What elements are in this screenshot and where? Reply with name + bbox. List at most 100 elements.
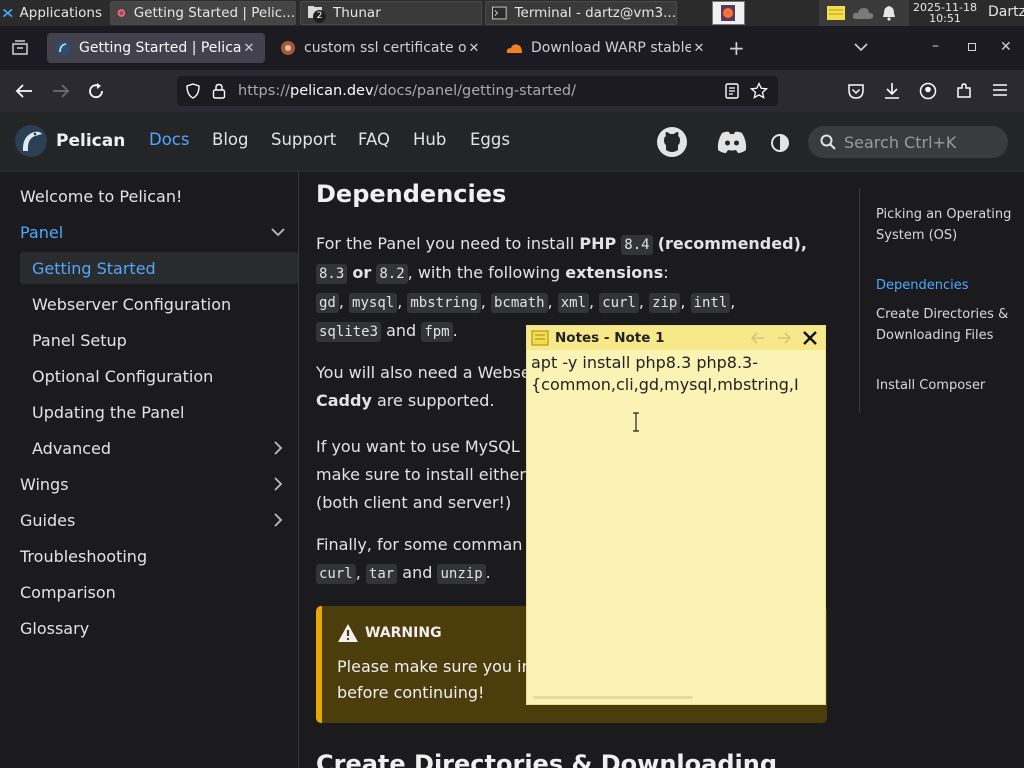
- sidebar-item-label: Wings: [20, 474, 69, 494]
- reload-icon[interactable]: [87, 82, 105, 100]
- horizontal-scrollbar[interactable]: [533, 696, 693, 699]
- close-window-icon[interactable]: ✕: [1000, 39, 1012, 55]
- systray: [819, 0, 909, 26]
- sidebar-item-wings[interactable]: Wings: [20, 468, 298, 500]
- sidebar-item-comparison[interactable]: Comparison: [20, 576, 298, 608]
- nav-blog[interactable]: Blog: [212, 130, 248, 149]
- text: before continuing!: [337, 683, 485, 702]
- forward-icon[interactable]: [52, 83, 70, 99]
- sidebar-item-glossary[interactable]: Glossary: [20, 612, 298, 644]
- nav-eggs[interactable]: Eggs: [470, 130, 510, 149]
- account-icon[interactable]: [919, 82, 937, 100]
- tracking-protection-icon[interactable]: [186, 83, 200, 99]
- task-firefox[interactable]: Getting Started | Pelic...: [110, 1, 296, 25]
- text: For the Panel you need to install: [316, 234, 580, 253]
- minimize-window-icon[interactable]: –: [932, 38, 939, 54]
- text-recommended: (recommended),: [657, 234, 807, 253]
- sidebar-item-optional-configuration[interactable]: Optional Configuration: [20, 360, 298, 392]
- clock[interactable]: 2025-11-18 10:51: [912, 2, 978, 24]
- pocket-icon[interactable]: [847, 82, 865, 100]
- sidebar-item-panel[interactable]: Panel: [20, 216, 298, 248]
- menu-hamburger-icon[interactable]: [992, 83, 1008, 97]
- sidebar-item-webserver-configuration[interactable]: Webserver Configuration: [20, 288, 298, 320]
- sidebar-item-label: Guides: [20, 510, 76, 530]
- sidebar-item-label: Panel: [20, 222, 64, 242]
- notes-tray-icon[interactable]: [827, 6, 845, 20]
- section-heading-dependencies: Dependencies: [316, 180, 507, 208]
- note-text-area[interactable]: apt -y install php8.3 php8.3- {common,cl…: [531, 352, 823, 692]
- close-note-icon[interactable]: [803, 331, 817, 345]
- brand-link[interactable]: Pelican: [14, 124, 125, 158]
- discord-icon[interactable]: [716, 130, 748, 154]
- downloads-icon[interactable]: [883, 82, 901, 100]
- nav-support[interactable]: Support: [271, 130, 336, 149]
- sidebar-item-welcome[interactable]: Welcome to Pelican!: [20, 180, 298, 212]
- tab-ssl-certificate[interactable]: custom ssl certificate on ✕: [272, 33, 490, 63]
- code-ext-intl: intl: [690, 293, 731, 313]
- nav-docs[interactable]: Docs: [149, 130, 189, 149]
- sidebar-item-advanced[interactable]: Advanced: [20, 432, 298, 464]
- new-tab-button[interactable]: +: [728, 36, 745, 60]
- toc-item-create-directories[interactable]: Create Directories & Downloading Files: [876, 304, 1016, 346]
- nav-hub[interactable]: Hub: [413, 130, 446, 149]
- sidebar-item-panel-setup[interactable]: Panel Setup: [20, 324, 298, 356]
- code-php-8-3: 8.3: [316, 264, 348, 284]
- url-text: https://pelican.dev/docs/panel/getting-s…: [238, 83, 576, 99]
- notes-titlebar[interactable]: Notes - Note 1: [527, 326, 825, 350]
- notes-window[interactable]: Notes - Note 1 apt -y install php8.3 php…: [526, 325, 826, 705]
- url-scheme: https://: [238, 83, 290, 99]
- close-tab-icon[interactable]: ✕: [466, 41, 482, 56]
- github-icon[interactable]: [656, 126, 688, 158]
- sidebar-item-troubleshooting[interactable]: Troubleshooting: [20, 540, 298, 572]
- task-terminal[interactable]: Terminal - dartz@vm3...: [485, 1, 677, 25]
- pelican-logo-icon: [15, 125, 47, 157]
- theme-toggle-icon[interactable]: [770, 133, 790, 153]
- tab-getting-started[interactable]: Getting Started | Pelican ✕: [47, 33, 265, 63]
- reader-view-icon[interactable]: [725, 83, 739, 99]
- task-thunar[interactable]: 2 Thunar: [300, 1, 482, 25]
- text: .: [452, 321, 458, 340]
- next-note-icon[interactable]: [777, 332, 791, 344]
- close-tab-icon[interactable]: ✕: [241, 41, 257, 56]
- sidebar-item-getting-started[interactable]: Getting Started: [20, 252, 298, 284]
- code-curl: curl: [316, 564, 356, 584]
- extensions-icon[interactable]: [955, 82, 973, 100]
- tab-overview-icon[interactable]: [12, 40, 28, 56]
- sidebar-item-guides[interactable]: Guides: [20, 504, 298, 536]
- search-box[interactable]: Search Ctrl+K: [808, 126, 1008, 158]
- workspace-switcher[interactable]: [712, 1, 745, 25]
- text-php: PHP: [579, 234, 617, 253]
- chevron-down-icon[interactable]: [270, 224, 286, 240]
- lock-icon[interactable]: [212, 83, 226, 99]
- chevron-right-icon[interactable]: [270, 476, 286, 492]
- chevron-right-icon[interactable]: [270, 512, 286, 528]
- sidebar-item-updating-the-panel[interactable]: Updating the Panel: [20, 396, 298, 428]
- tab-download-warp[interactable]: Download WARP stable re ✕: [497, 33, 715, 63]
- warning-header: WARNING: [337, 623, 442, 643]
- user-menu[interactable]: Dartz: [988, 4, 1024, 20]
- toc-item-install-composer[interactable]: Install Composer: [876, 375, 1016, 396]
- previous-note-icon[interactable]: [751, 332, 765, 344]
- code-unzip: unzip: [437, 564, 486, 584]
- code-ext-mysql: mysql: [349, 293, 398, 313]
- chevron-right-icon[interactable]: [270, 440, 286, 456]
- toc-item-operating-system[interactable]: Picking an Operating System (OS): [876, 204, 1016, 246]
- text: .: [485, 563, 491, 582]
- bell-icon[interactable]: [882, 5, 896, 21]
- nav-faq[interactable]: FAQ: [358, 130, 390, 149]
- tab-title: custom ssl certificate on: [304, 40, 466, 56]
- maximize-window-icon[interactable]: [968, 43, 976, 51]
- tab-title: Getting Started | Pelican: [79, 40, 241, 56]
- text: Finally, for some comman: [316, 535, 523, 554]
- search-icon: [820, 134, 836, 150]
- close-tab-icon[interactable]: ✕: [691, 41, 707, 56]
- back-icon[interactable]: [15, 83, 33, 99]
- bookmark-star-icon[interactable]: [750, 82, 768, 100]
- terminal-icon: [492, 6, 507, 20]
- task-label: Thunar: [333, 5, 381, 21]
- applications-menu[interactable]: Applications: [2, 0, 102, 26]
- url-bar[interactable]: https://pelican.dev/docs/panel/getting-s…: [177, 76, 778, 106]
- toc-item-dependencies[interactable]: Dependencies: [876, 275, 1016, 296]
- cloud-icon[interactable]: [852, 6, 874, 20]
- list-all-tabs-icon[interactable]: [854, 42, 868, 52]
